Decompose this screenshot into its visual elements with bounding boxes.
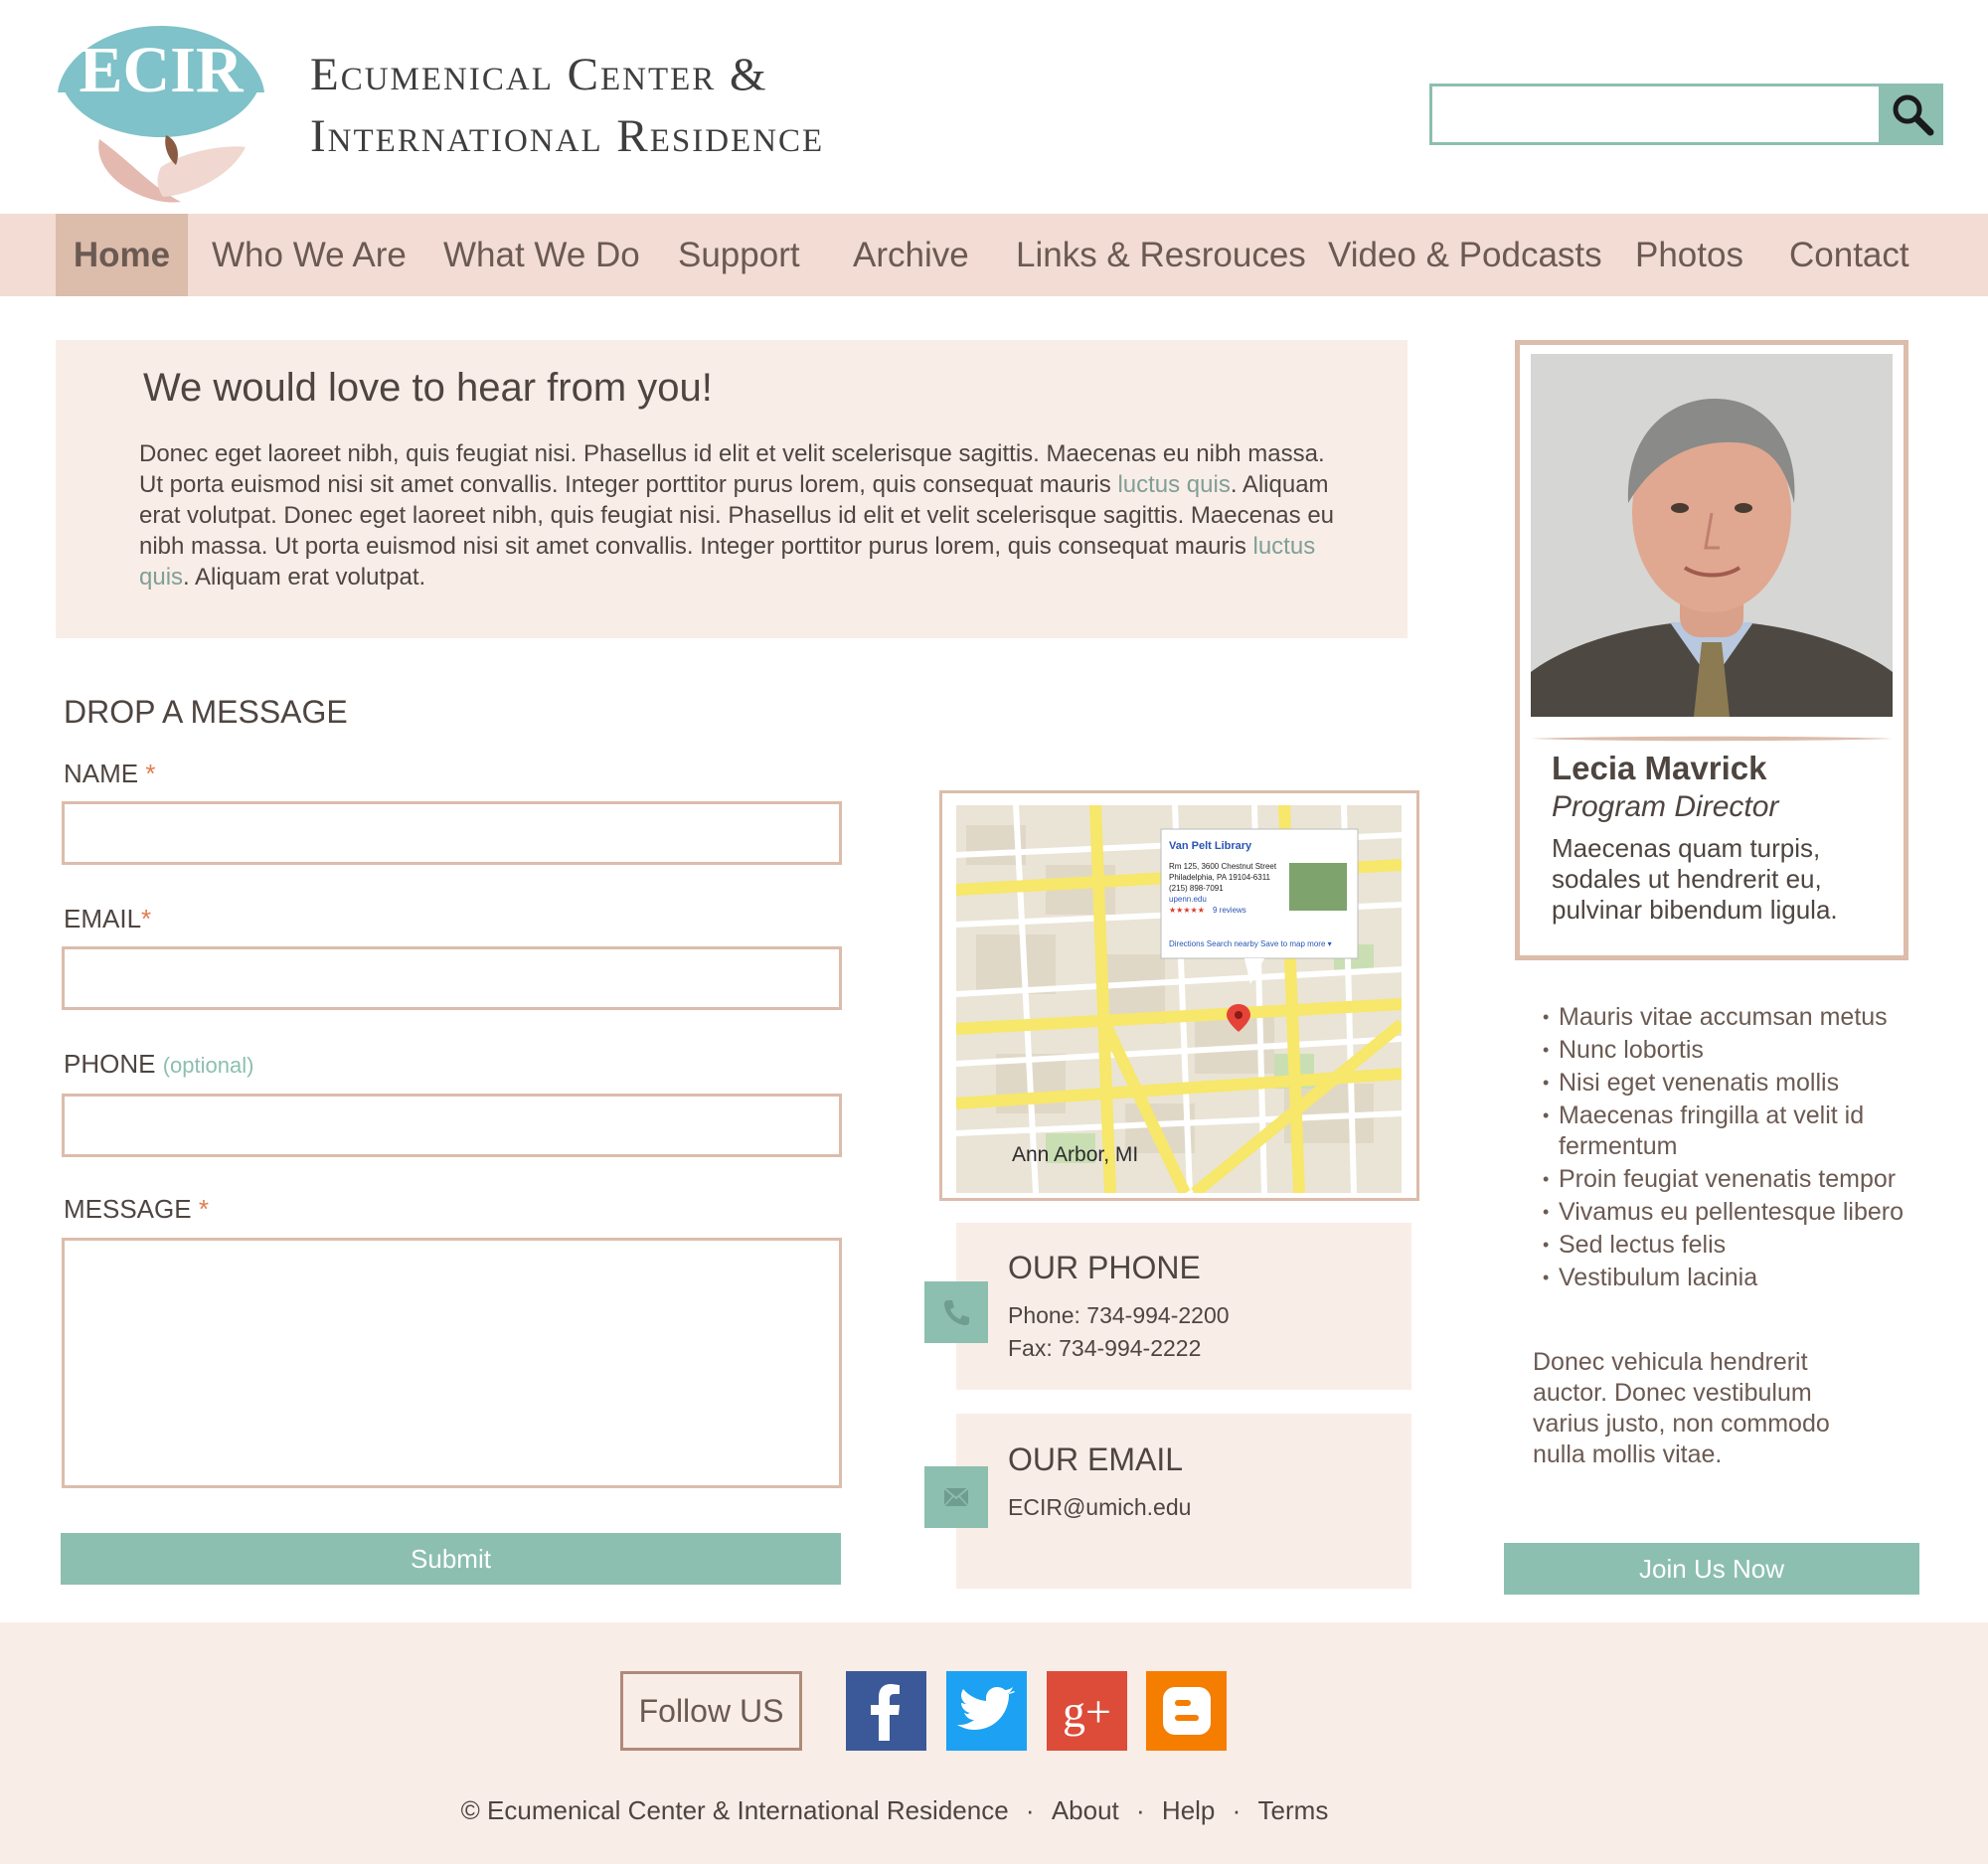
phone-field-wrap[interactable] <box>62 1094 842 1157</box>
nav-item-support[interactable]: Support <box>678 214 800 296</box>
profile-name: Lecia Mavrick <box>1552 750 1767 786</box>
phone-icon-box <box>924 1281 988 1343</box>
list-item: Sed lectus felis <box>1543 1230 1930 1261</box>
nav-item-archive[interactable]: Archive <box>853 214 969 296</box>
email-title: OUR EMAIL <box>1008 1441 1184 1477</box>
name-label: NAME * <box>64 759 155 789</box>
name-field[interactable] <box>65 804 839 862</box>
name-label-text: NAME <box>64 759 139 788</box>
profile-role: Program Director <box>1552 790 1779 823</box>
list-item: Maecenas fringilla at velit id fermentum <box>1543 1101 1930 1162</box>
intro-text: . Aliquam erat volutpat. <box>183 564 426 591</box>
logo-graphic: ECIR <box>58 26 264 203</box>
list-item: Nunc lobortis <box>1543 1035 1930 1066</box>
name-field-wrap[interactable] <box>62 801 842 865</box>
phone-label: PHONE (optional) <box>64 1049 253 1080</box>
list-item: Mauris vitae accumsan metus <box>1543 1002 1930 1033</box>
google-plus-button[interactable]: g+ <box>1047 1671 1127 1751</box>
map-caption: Ann Arbor, MI <box>1012 1143 1138 1166</box>
email-address[interactable]: ECIR@umich.edu <box>1008 1494 1191 1521</box>
nav-item-links-resources[interactable]: Links & Resrouces <box>1016 214 1306 296</box>
popup-actions: Directions Search nearby Save to map mor… <box>1169 939 1332 948</box>
phone-field[interactable] <box>65 1097 839 1154</box>
list-item: Proin feugiat venenatis tempor <box>1543 1164 1930 1195</box>
message-field-wrap[interactable] <box>62 1238 842 1488</box>
required-mark: * <box>141 904 152 933</box>
popup-line2: Philadelphia, PA 19104-6311 <box>1169 873 1271 882</box>
optional-mark: (optional) <box>162 1053 254 1078</box>
copyright-text: © Ecumenical Center & International Resi… <box>460 1795 1009 1825</box>
phone-title: OUR PHONE <box>1008 1250 1201 1285</box>
phone-number: Phone: 734-994-2200 <box>1008 1302 1230 1328</box>
envelope-icon <box>943 1487 969 1507</box>
intro-body: Donec eget laoreet nibh, quis feugiat ni… <box>139 438 1352 593</box>
search-input[interactable] <box>1432 86 1879 142</box>
message-label: MESSAGE * <box>64 1194 209 1225</box>
popup-stars: ★★★★★ <box>1169 906 1205 915</box>
footer-link-help[interactable]: Help <box>1162 1795 1215 1826</box>
required-mark: * <box>198 1194 209 1224</box>
required-mark: * <box>145 759 156 788</box>
email-field[interactable] <box>65 949 839 1007</box>
popup-line1: Rm 125, 3600 Chestnut Street <box>1169 862 1277 871</box>
list-item: Nisi eget venenatis mollis <box>1543 1068 1930 1099</box>
email-field-wrap[interactable] <box>62 946 842 1010</box>
email-icon-box <box>924 1466 988 1528</box>
blogger-button[interactable] <box>1146 1671 1227 1751</box>
email-label-text: EMAIL <box>64 904 142 933</box>
phone-icon <box>944 1300 969 1325</box>
message-label-text: MESSAGE <box>64 1194 192 1224</box>
popup-line3: (215) 898-7091 <box>1169 884 1224 893</box>
footer-link-about[interactable]: About <box>1052 1795 1119 1826</box>
map-graphic: Van Pelt Library Rm 125, 3600 Chestnut S… <box>956 805 1402 1193</box>
side-paragraph: Donec vehicula hendrerit auctor. Donec v… <box>1533 1348 1830 1468</box>
follow-us-label: Follow US <box>620 1671 802 1751</box>
submit-button[interactable]: Submit <box>61 1533 841 1585</box>
popup-reviews: 9 reviews <box>1213 906 1246 915</box>
fax-number: Fax: 734-994-2222 <box>1008 1335 1202 1361</box>
side-list: Mauris vitae accumsan metus Nunc loborti… <box>1543 1002 1930 1295</box>
nav-item-contact[interactable]: Contact <box>1789 214 1909 296</box>
profile-divider <box>1531 729 1893 742</box>
search-field[interactable] <box>1429 84 1882 145</box>
form-title: DROP A MESSAGE <box>64 694 348 730</box>
twitter-icon <box>956 1687 1015 1730</box>
site-logo[interactable]: ECIR <box>52 18 270 207</box>
footer-link-terms[interactable]: Terms <box>1258 1795 1329 1826</box>
facebook-icon <box>870 1684 900 1741</box>
map[interactable]: Van Pelt Library Rm 125, 3600 Chestnut S… <box>956 805 1402 1193</box>
site-title-line1: Ecumenical Center & <box>310 49 768 100</box>
email-label: EMAIL* <box>64 904 151 934</box>
main-nav: Home Who We Are What We Do Support Archi… <box>0 214 1988 296</box>
nav-item-video-podcasts[interactable]: Video & Podcasts <box>1328 214 1602 296</box>
join-button[interactable]: Join Us Now <box>1504 1543 1919 1595</box>
logo-text: ECIR <box>79 34 244 106</box>
separator: · <box>1025 1795 1035 1825</box>
blogger-icon <box>1162 1687 1211 1735</box>
facebook-button[interactable] <box>846 1671 926 1751</box>
intro-highlight: luctus quis <box>1117 471 1231 498</box>
profile-photo <box>1531 354 1893 717</box>
separator: · <box>1136 1795 1145 1825</box>
separator: · <box>1232 1795 1242 1825</box>
popup-line4: upenn.edu <box>1169 895 1207 904</box>
site-title-line2: International Residence <box>310 110 825 162</box>
message-field[interactable] <box>65 1241 839 1485</box>
nav-item-what-we-do[interactable]: What We Do <box>443 214 640 296</box>
search-button[interactable] <box>1882 84 1943 145</box>
phone-label-text: PHONE <box>64 1049 156 1079</box>
intro-title: We would love to hear from you! <box>143 366 713 410</box>
nav-item-home[interactable]: Home <box>56 214 188 296</box>
search-icon <box>1893 94 1934 136</box>
twitter-button[interactable] <box>946 1671 1027 1751</box>
nav-item-photos[interactable]: Photos <box>1635 214 1743 296</box>
nav-item-who-we-are[interactable]: Who We Are <box>212 214 407 296</box>
list-item: Vivamus eu pellentesque libero <box>1543 1197 1930 1228</box>
popup-title: Van Pelt Library <box>1169 840 1252 852</box>
list-item: Vestibulum lacinia <box>1543 1263 1930 1293</box>
footer-links: © Ecumenical Center & International Resi… <box>0 1795 1789 1826</box>
profile-description: Maecenas quam turpis, sodales ut hendrer… <box>1552 833 1838 925</box>
person-portrait <box>1531 354 1893 717</box>
